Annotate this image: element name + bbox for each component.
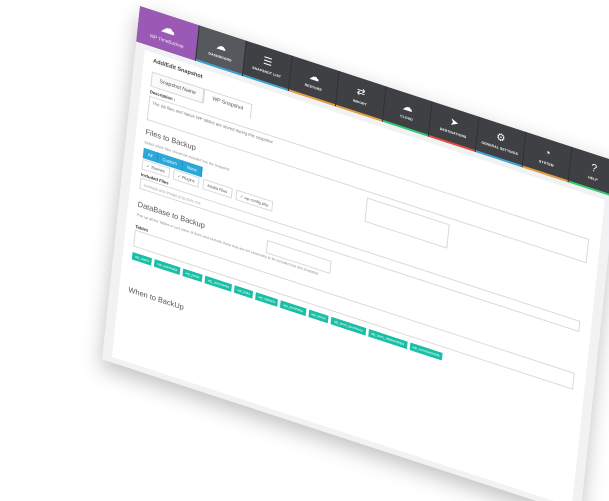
table-tags: wp_users wp_usermeta wp_posts wp_comment… (131, 251, 573, 403)
check-label: Media Files (207, 183, 228, 195)
nav-label: SYSTEM (538, 159, 554, 168)
table-tag[interactable]: wp_postmeta (280, 300, 307, 316)
help-icon: ? (590, 162, 598, 176)
nav-label: RESTORE (304, 82, 323, 93)
check-label: wp-config.php (244, 195, 269, 208)
check-media-files[interactable]: Media Files (202, 178, 233, 199)
cloud-icon: ☁ (401, 100, 414, 115)
nav-label: IMPORT (352, 98, 368, 107)
table-tag[interactable]: wp_usermeta (154, 259, 181, 275)
tab-wp-snapshot[interactable]: WP Snapshot (203, 88, 253, 120)
paper-plane-icon: ➤ (449, 115, 460, 130)
check-label: Themes (150, 164, 166, 174)
check-label: Plugins (181, 174, 195, 184)
table-tag[interactable]: wp_posts (182, 268, 203, 283)
nav-label: HELP (588, 175, 598, 183)
table-tag[interactable]: wp_users (131, 251, 153, 266)
nav-label: CLOUD (399, 114, 414, 122)
app-window: ☁ WP TimeBackup ☁ DASHBOARD ☰ SNAPSHOT L… (102, 6, 609, 501)
main-content: Add/Edit Snapshot Snapshot Name WP Snaps… (111, 49, 605, 501)
table-tag[interactable]: wp_terms (308, 309, 329, 324)
cloud-icon: ☁ (215, 39, 227, 55)
list-icon: ☰ (262, 55, 273, 70)
import-icon: ⇄ (356, 85, 366, 100)
nav-label: DESTINATIONS (439, 126, 467, 140)
gear-icon: ⚙ (495, 131, 506, 146)
table-tag[interactable]: wp_links (234, 285, 254, 299)
when-section-title: When to BackUp (128, 285, 185, 312)
table-tag[interactable]: wp_options (255, 292, 279, 307)
nav-label: DASHBOARD (208, 51, 232, 63)
cloud-download-icon: ☁ (308, 70, 321, 85)
check-wp-config[interactable]: ✓ wp-config.php (234, 189, 274, 212)
table-tag[interactable]: wp_comments (204, 275, 233, 292)
speedometer-icon: ◔ (543, 146, 552, 160)
